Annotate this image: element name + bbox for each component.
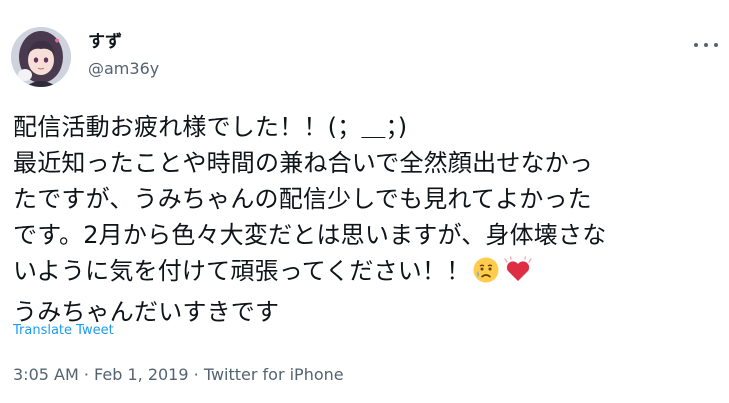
tweet-date[interactable]: Feb 1, 2019: [94, 365, 188, 384]
crying-face-icon: [472, 256, 500, 294]
tweet-text-line: 配信活動お疲れ様でした！！(；＿；): [13, 113, 408, 141]
display-name[interactable]: すず: [88, 31, 159, 53]
more-dot: [694, 43, 698, 47]
separator: ·: [83, 365, 89, 384]
tweet-text-line: です。2月から色々大変だとは思いますが、身体壊さな: [13, 221, 607, 249]
tweet-text-line: いように気を付けて頑張ってください！！: [13, 257, 471, 285]
more-dot: [714, 43, 718, 47]
user-info: すず @am36y: [88, 31, 159, 79]
tweet-text-line: 最近知ったことや時間の兼ね合いで全然顔出せなかっ: [13, 149, 594, 177]
beating-heart-icon: [502, 256, 534, 294]
separator: ·: [193, 365, 199, 384]
tweet-metadata: 3:05 AM · Feb 1, 2019 · Twitter for iPho…: [13, 364, 344, 386]
user-handle[interactable]: @am36y: [88, 59, 159, 79]
tweet-text-line: うみちゃんだいすきです: [13, 298, 280, 326]
tweet: すず @am36y 配信活動お疲れ様でした！！(；＿；) 最近知ったことや時間の…: [0, 0, 729, 403]
tweet-text: 配信活動お疲れ様でした！！(；＿；) 最近知ったことや時間の兼ね合いで全然顔出せ…: [13, 109, 723, 330]
more-dot: [704, 43, 708, 47]
translate-tweet-link[interactable]: Translate Tweet: [13, 322, 114, 340]
tweet-text-line-with-emoji: いように気を付けて頑張ってください！！: [13, 253, 723, 294]
tweet-source[interactable]: Twitter for iPhone: [204, 365, 344, 384]
more-options-icon[interactable]: [694, 38, 718, 52]
tweet-time[interactable]: 3:05 AM: [13, 365, 79, 384]
tweet-text-line: たですが、うみちゃんの配信少しでも見れてよかった: [13, 185, 592, 213]
avatar[interactable]: [11, 27, 71, 87]
